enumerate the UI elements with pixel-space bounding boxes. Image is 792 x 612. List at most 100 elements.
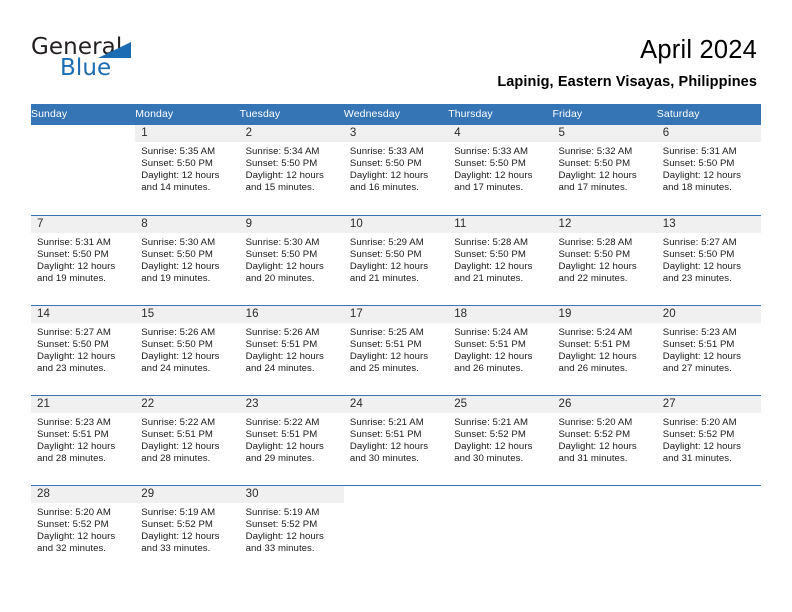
calendar-day-cell[interactable]: 6 Sunrise: 5:31 AM Sunset: 5:50 PM Daylight… [656, 125, 762, 215]
day-sun-info: Sunrise: 5:22 AM Sunset: 5:51 PM Daylight:… [240, 413, 344, 465]
calendar-day-cell[interactable]: 24 Sunrise: 5:21 AM Sunset: 5:51 PM Dayligh… [343, 394, 449, 485]
day-sun-info: Sunrise: 5:19 AM Sunset: 5:52 PM Daylight:… [240, 503, 344, 555]
calendar-day-cell[interactable]: 3 Sunrise: 5:33 AM Sunset: 5:50 PM Daylight… [343, 125, 449, 215]
calendar-day-cell[interactable]: 29 Sunrise: 5:19 AM Sunset: 5:52 PM Dayligh… [135, 484, 240, 575]
daylight-line-2: and 16 minutes. [349, 182, 419, 194]
page-title: April 2024 [640, 36, 757, 64]
daylight-line-2: and 28 minutes. [141, 452, 211, 464]
calendar-day-cell[interactable]: 7 Sunrise: 5:31 AM Sunset: 5:50 PM Daylight… [31, 214, 136, 305]
day-cell-inner [657, 486, 761, 576]
sunrise-line: Sunrise: 5:33 AM [454, 146, 529, 157]
day-number [552, 486, 656, 503]
daylight-line-1: Daylight: 12 hours [558, 350, 637, 362]
daylight-line-1: Daylight: 12 hours [245, 350, 324, 362]
daylight-line-1: Daylight: 12 hours [37, 260, 116, 272]
day-number: 19 [552, 305, 657, 323]
daylight-line-2: and 29 minutes. [245, 452, 315, 464]
calendar-day-cell[interactable]: 15 Sunrise: 5:26 AM Sunset: 5:50 PM Dayligh… [135, 304, 240, 395]
sunset-line: Sunset: 5:52 PM [454, 428, 526, 440]
sunset-line: Sunset: 5:51 PM [662, 338, 735, 350]
calendar-day-cell[interactable]: 13 Sunrise: 5:27 AM Sunset: 5:50 PM Dayligh… [656, 214, 762, 305]
day-cell-inner: 23 Sunrise: 5:22 AM Sunset: 5:51 PM Dayligh… [239, 395, 344, 485]
sunset-line: Sunset: 5:52 PM [141, 518, 213, 530]
day-sun-info: Sunrise: 5:33 AM Sunset: 5:50 PM Daylight:… [344, 142, 448, 194]
calendar-day-cell[interactable]: 23 Sunrise: 5:22 AM Sunset: 5:51 PM Dayligh… [239, 394, 344, 485]
day-cell-inner: 30 Sunrise: 5:19 AM Sunset: 5:52 PM Dayligh… [239, 485, 344, 576]
day-number: 6 [656, 125, 762, 142]
page-subtitle-location: Lapinig, Eastern Visayas, Philippines [497, 74, 757, 90]
sunset-line: Sunset: 5:50 PM [662, 158, 735, 170]
daylight-line-1: Daylight: 12 hours [245, 170, 324, 182]
calendar-day-cell[interactable]: 21 Sunrise: 5:23 AM Sunset: 5:51 PM Dayligh… [31, 394, 136, 485]
weekday-header-wednesday: Wednesday [343, 104, 449, 125]
calendar-day-cell[interactable]: 1 Sunrise: 5:35 AM Sunset: 5:50 PM Daylight… [135, 125, 240, 215]
calendar-day-cell[interactable]: 8 Sunrise: 5:30 AM Sunset: 5:50 PM Daylight… [135, 214, 240, 305]
sunrise-line: Sunrise: 5:20 AM [37, 506, 111, 518]
daylight-line-2: and 27 minutes. [662, 362, 732, 374]
day-sun-info: Sunrise: 5:29 AM Sunset: 5:50 PM Daylight:… [344, 233, 448, 285]
daylight-line-1: Daylight: 12 hours [141, 260, 220, 272]
daylight-line-1: Daylight: 12 hours [349, 350, 429, 362]
daylight-line-1: Daylight: 12 hours [558, 440, 637, 452]
general-blue-logo[interactable]: General Blue [31, 36, 231, 84]
day-cell-inner [31, 125, 135, 215]
day-cell-inner: 14 Sunrise: 5:27 AM Sunset: 5:50 PM Dayligh… [31, 305, 136, 395]
daylight-line-1: Daylight: 12 hours [37, 440, 116, 452]
calendar-day-cell[interactable]: 27 Sunrise: 5:20 AM Sunset: 5:52 PM Dayligh… [656, 394, 762, 485]
daylight-line-2: and 30 minutes. [349, 452, 419, 464]
sunset-line: Sunset: 5:50 PM [141, 338, 213, 350]
calendar-week-row: 28 Sunrise: 5:20 AM Sunset: 5:52 PM Dayligh… [31, 484, 762, 576]
calendar-day-cell[interactable]: 10 Sunrise: 5:29 AM Sunset: 5:50 PM Dayligh… [343, 214, 449, 305]
calendar-day-cell[interactable]: 26 Sunrise: 5:20 AM Sunset: 5:52 PM Dayligh… [552, 394, 657, 485]
calendar-day-cell[interactable]: 30 Sunrise: 5:19 AM Sunset: 5:52 PM Dayligh… [239, 484, 344, 576]
daylight-line-2: and 14 minutes. [141, 182, 211, 194]
day-sun-info [552, 503, 656, 507]
calendar-day-cell[interactable]: 14 Sunrise: 5:27 AM Sunset: 5:50 PM Dayligh… [31, 304, 136, 395]
day-sun-info: Sunrise: 5:30 AM Sunset: 5:50 PM Daylight:… [135, 233, 239, 285]
calendar-day-cell[interactable]: 5 Sunrise: 5:32 AM Sunset: 5:50 PM Daylight… [552, 125, 657, 215]
daylight-line-1: Daylight: 12 hours [141, 170, 220, 182]
daylight-line-2: and 21 minutes. [454, 272, 524, 284]
sunrise-line: Sunrise: 5:20 AM [662, 416, 737, 428]
calendar-day-cell[interactable]: 22 Sunrise: 5:22 AM Sunset: 5:51 PM Dayligh… [135, 394, 240, 485]
calendar-day-cell[interactable]: 17 Sunrise: 5:25 AM Sunset: 5:51 PM Dayligh… [343, 304, 449, 395]
calendar-day-cell[interactable]: 18 Sunrise: 5:24 AM Sunset: 5:51 PM Dayligh… [448, 304, 553, 395]
daylight-line-2: and 31 minutes. [662, 452, 732, 464]
day-number: 2 [239, 125, 344, 142]
day-sun-info: Sunrise: 5:31 AM Sunset: 5:50 PM Daylight:… [657, 142, 761, 194]
day-sun-info: Sunrise: 5:28 AM Sunset: 5:50 PM Daylight:… [448, 233, 552, 285]
calendar-day-cell[interactable]: 12 Sunrise: 5:28 AM Sunset: 5:50 PM Dayligh… [552, 214, 657, 305]
calendar-day-cell[interactable]: 2 Sunrise: 5:34 AM Sunset: 5:50 PM Daylight… [239, 125, 344, 215]
sunrise-line: Sunrise: 5:28 AM [558, 236, 633, 248]
sunset-line: Sunset: 5:51 PM [141, 428, 213, 440]
sunset-line: Sunset: 5:50 PM [454, 248, 526, 260]
day-number: 21 [31, 395, 136, 413]
day-number: 16 [239, 305, 344, 323]
day-sun-info: Sunrise: 5:26 AM Sunset: 5:50 PM Daylight:… [135, 323, 239, 375]
calendar-day-cell[interactable]: 20 Sunrise: 5:23 AM Sunset: 5:51 PM Dayligh… [656, 304, 762, 395]
sunset-line: Sunset: 5:52 PM [558, 428, 631, 440]
calendar-day-cell[interactable]: 9 Sunrise: 5:30 AM Sunset: 5:50 PM Daylight… [239, 214, 344, 305]
daylight-line-2: and 17 minutes. [454, 182, 524, 194]
day-number [344, 486, 448, 503]
day-number: 28 [31, 485, 136, 503]
daylight-line-1: Daylight: 12 hours [454, 350, 533, 362]
calendar-day-cell[interactable]: 28 Sunrise: 5:20 AM Sunset: 5:52 PM Dayligh… [31, 484, 136, 576]
sunrise-line: Sunrise: 5:27 AM [37, 326, 111, 338]
day-cell-inner: 28 Sunrise: 5:20 AM Sunset: 5:52 PM Dayligh… [31, 485, 136, 576]
day-sun-info: Sunrise: 5:23 AM Sunset: 5:51 PM Daylight:… [657, 323, 761, 375]
day-number: 9 [239, 215, 344, 233]
daylight-line-1: Daylight: 12 hours [141, 440, 220, 452]
sunrise-line: Sunrise: 5:19 AM [141, 506, 216, 518]
calendar-day-cell[interactable]: 25 Sunrise: 5:21 AM Sunset: 5:52 PM Dayligh… [448, 394, 553, 485]
calendar-day-cell[interactable]: 11 Sunrise: 5:28 AM Sunset: 5:50 PM Dayligh… [448, 214, 553, 305]
daylight-line-2: and 33 minutes. [141, 542, 211, 554]
sunrise-line: Sunrise: 5:32 AM [558, 146, 633, 157]
day-cell-inner: 11 Sunrise: 5:28 AM Sunset: 5:50 PM Dayligh… [448, 215, 553, 305]
calendar-day-cell[interactable]: 19 Sunrise: 5:24 AM Sunset: 5:51 PM Dayligh… [552, 304, 657, 395]
calendar-week-row: 7 Sunrise: 5:31 AM Sunset: 5:50 PM Daylight… [31, 214, 762, 305]
calendar-day-cell[interactable]: 16 Sunrise: 5:26 AM Sunset: 5:51 PM Dayligh… [239, 304, 344, 395]
day-number: 12 [552, 215, 657, 233]
sunset-line: Sunset: 5:50 PM [454, 158, 526, 170]
calendar-day-cell[interactable]: 4 Sunrise: 5:33 AM Sunset: 5:50 PM Daylight… [448, 125, 553, 215]
